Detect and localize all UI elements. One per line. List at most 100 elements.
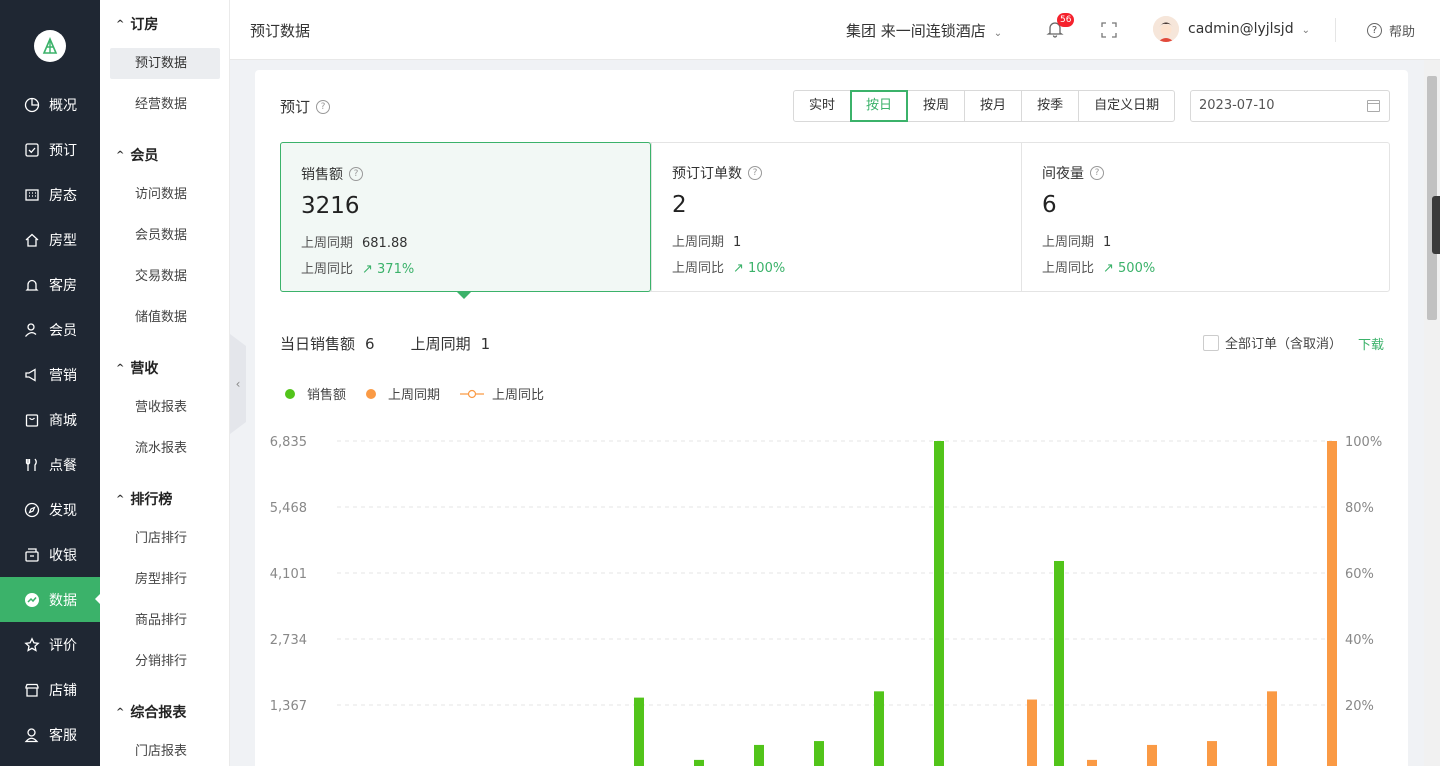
bar-sales[interactable] bbox=[694, 759, 704, 766]
subnav-item[interactable]: 交易数据 bbox=[110, 261, 220, 292]
legend-item-prev[interactable]: 上周同期 bbox=[366, 384, 440, 403]
checkbox-icon[interactable] bbox=[1203, 334, 1219, 351]
question-icon: ? bbox=[1367, 23, 1382, 38]
metric-prev-value: 1 bbox=[733, 235, 742, 250]
collapse-sidebar-button[interactable]: ‹ bbox=[230, 334, 246, 434]
home-icon bbox=[24, 232, 40, 248]
all-orders-checkbox[interactable]: 全部订单（含取消） bbox=[1203, 333, 1342, 352]
bar-sales[interactable] bbox=[634, 697, 644, 766]
nav-item[interactable]: 会员 bbox=[0, 307, 100, 352]
question-icon[interactable]: ? bbox=[748, 166, 762, 180]
range-button[interactable]: 实时 bbox=[793, 90, 852, 122]
nav-item-label: 预订 bbox=[49, 142, 77, 159]
bar-prev-period[interactable] bbox=[1267, 691, 1277, 766]
nav-item[interactable]: 客房 bbox=[0, 262, 100, 307]
y-tick-label: 5,468 bbox=[270, 501, 307, 516]
subnav-item[interactable]: 房型排行 bbox=[110, 564, 220, 595]
metric-card-sales[interactable]: 销售额? 3216 上周同期 681.88 上周同比 ↗ 371% bbox=[280, 142, 651, 299]
bar-prev-period[interactable] bbox=[1087, 759, 1097, 766]
nav-item-label: 评价 bbox=[49, 637, 77, 654]
bar-sales[interactable] bbox=[934, 441, 944, 766]
legend-item-sales[interactable]: 销售额 bbox=[285, 384, 346, 403]
brand-logo-icon[interactable] bbox=[34, 30, 66, 62]
range-button[interactable]: 按周 bbox=[907, 90, 966, 122]
range-button[interactable]: 按月 bbox=[964, 90, 1023, 122]
metric-ratio: 上周同比 ↗ 500% bbox=[1042, 257, 1155, 276]
subnav-item[interactable]: 门店排行 bbox=[110, 523, 220, 554]
subnav-item[interactable]: 门店报表 bbox=[110, 736, 220, 766]
y-right-tick-label: 80% bbox=[1345, 501, 1374, 516]
hotel-selector-label: 集团 来一间连锁酒店 bbox=[846, 22, 986, 40]
question-icon[interactable]: ? bbox=[349, 167, 363, 181]
subnav-item[interactable]: 会员数据 bbox=[110, 220, 220, 251]
nav-item[interactable]: 房态 bbox=[0, 172, 100, 217]
range-button[interactable]: 按日 bbox=[850, 90, 909, 122]
subnav-group-title[interactable]: ^ 营收 bbox=[116, 358, 158, 378]
metric-ratio: 上周同比 ↗ 100% bbox=[672, 257, 785, 276]
nav-item[interactable]: 商城 bbox=[0, 397, 100, 442]
subnav-group-title[interactable]: ^ 会员 bbox=[116, 145, 158, 165]
question-icon[interactable]: ? bbox=[1090, 166, 1104, 180]
metric-card-orders[interactable]: 预订订单数? 2 上周同期 1 上周同比 ↗ 100% bbox=[651, 142, 1022, 292]
range-button[interactable]: 自定义日期 bbox=[1078, 90, 1176, 122]
bar-prev-period[interactable] bbox=[1147, 744, 1157, 766]
metric-card-room-nights[interactable]: 间夜量? 6 上周同期 1 上周同比 ↗ 500% bbox=[1021, 142, 1391, 292]
metric-label: 预订订单数? bbox=[672, 163, 762, 183]
subnav-item[interactable]: 流水报表 bbox=[110, 433, 220, 464]
range-button[interactable]: 按季 bbox=[1021, 90, 1080, 122]
user-menu[interactable]: cadmin@lyjlsjd ⌄ bbox=[1188, 21, 1310, 37]
subnav-item[interactable]: 营收报表 bbox=[110, 392, 220, 423]
subnav-item[interactable]: 经营数据 bbox=[110, 89, 220, 120]
nav-item[interactable]: 收银 bbox=[0, 532, 100, 577]
compass-icon bbox=[24, 502, 40, 518]
help-button[interactable]: ? 帮助 bbox=[1367, 21, 1415, 40]
notification-count-badge: 56 bbox=[1057, 13, 1075, 27]
subnav-group-title[interactable]: ^ 订房 bbox=[116, 14, 158, 34]
subnav-group-title[interactable]: ^ 综合报表 bbox=[116, 702, 186, 722]
download-link[interactable]: 下载 bbox=[1358, 334, 1384, 353]
nav-item-label: 发现 bbox=[49, 502, 77, 519]
question-icon[interactable]: ? bbox=[316, 99, 331, 114]
y-right-tick-label: 40% bbox=[1345, 633, 1374, 648]
bar-prev-period[interactable] bbox=[1207, 741, 1217, 766]
y-right-tick-label: 100% bbox=[1345, 435, 1382, 450]
nav-item[interactable]: 评价 bbox=[0, 622, 100, 667]
legend-label: 上周同期 bbox=[388, 388, 441, 403]
subnav-item[interactable]: 商品排行 bbox=[110, 605, 220, 636]
subnav-item[interactable]: 分销排行 bbox=[110, 646, 220, 677]
nav-item[interactable]: 概况 bbox=[0, 82, 100, 127]
subnav-group-title[interactable]: ^ 排行榜 bbox=[116, 489, 172, 509]
nav-item[interactable]: 客服 bbox=[0, 712, 100, 757]
nav-item[interactable]: 点餐 bbox=[0, 442, 100, 487]
store-icon bbox=[24, 682, 40, 698]
nav-item[interactable]: 店铺 bbox=[0, 667, 100, 712]
page-scrollbar[interactable] bbox=[1424, 60, 1440, 766]
fullscreen-icon[interactable] bbox=[1101, 22, 1117, 38]
metric-value: 6 bbox=[1042, 192, 1057, 218]
bar-sales[interactable] bbox=[754, 744, 764, 766]
bar-sales[interactable] bbox=[1054, 560, 1064, 766]
bar-prev-period[interactable] bbox=[1027, 699, 1037, 766]
date-picker[interactable]: 2023-07-10 bbox=[1190, 90, 1390, 122]
subnav-item[interactable]: 储值数据 bbox=[110, 302, 220, 333]
hotel-selector[interactable]: 集团 来一间连锁酒店 ⌄ bbox=[846, 20, 1002, 41]
nav-item-label: 概况 bbox=[49, 97, 77, 114]
avatar[interactable] bbox=[1153, 16, 1179, 42]
bar-sales[interactable] bbox=[874, 691, 884, 766]
caret-up-icon: ^ bbox=[116, 493, 125, 505]
subnav-item[interactable]: 预订数据 bbox=[110, 48, 220, 79]
legend-item-ratio[interactable]: 上周同比 bbox=[460, 384, 544, 403]
caret-up-icon: ^ bbox=[116, 362, 125, 374]
nav-item[interactable]: 营销 bbox=[0, 352, 100, 397]
subnav-item[interactable]: 访问数据 bbox=[110, 179, 220, 210]
nav-item[interactable]: 房型 bbox=[0, 217, 100, 262]
nav-item-label: 客房 bbox=[49, 277, 77, 294]
side-tool-handle[interactable] bbox=[1432, 196, 1440, 254]
nav-item-label: 点餐 bbox=[49, 457, 77, 474]
bar-sales[interactable] bbox=[814, 741, 824, 766]
section-title: 预订? bbox=[280, 96, 331, 117]
nav-item[interactable]: 数据 bbox=[0, 577, 101, 622]
bar-prev-period[interactable] bbox=[1327, 441, 1337, 766]
nav-item[interactable]: 发现 bbox=[0, 487, 100, 532]
nav-item[interactable]: 预订 bbox=[0, 127, 100, 172]
